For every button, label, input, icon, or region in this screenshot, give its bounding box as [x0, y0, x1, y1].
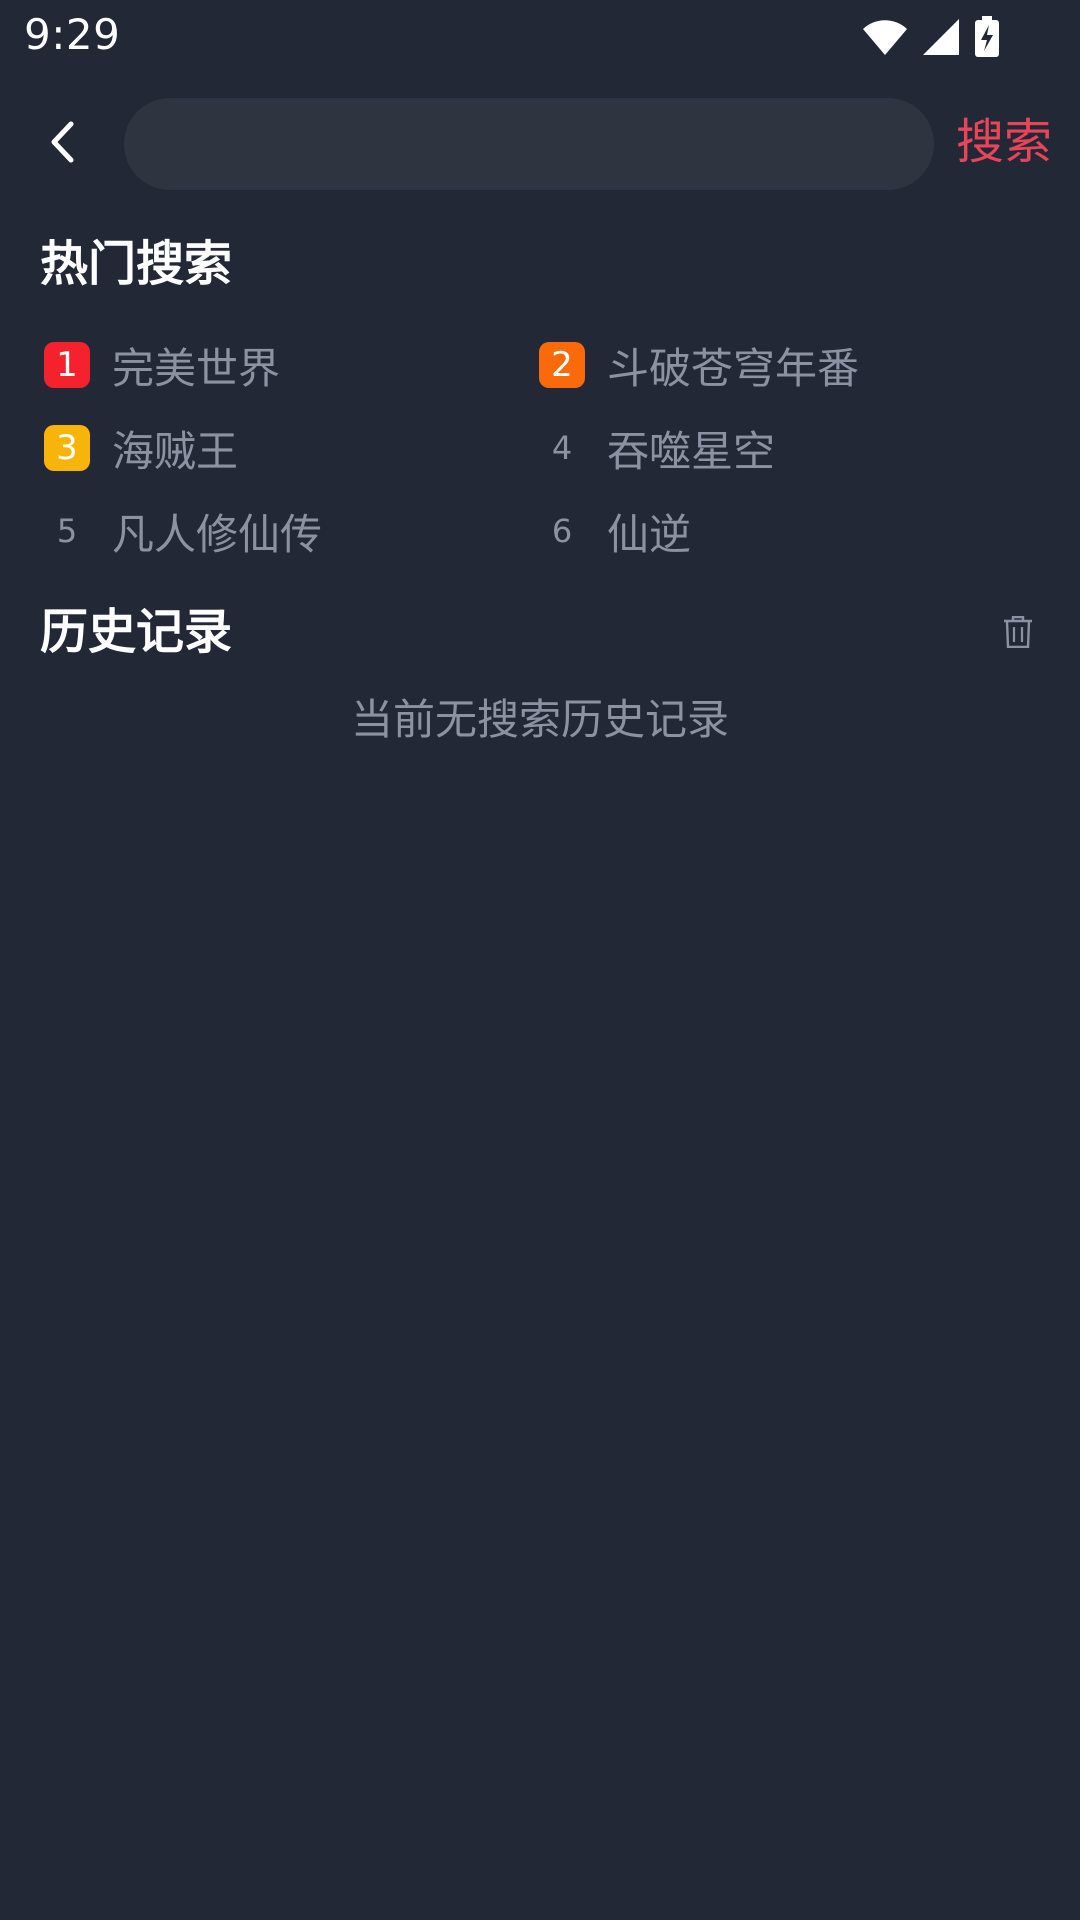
rank-number: 6 — [551, 512, 573, 550]
hot-search-label: 凡人修仙传 — [112, 509, 323, 559]
hot-search-item[interactable]: 5 凡人修仙传 — [0, 496, 495, 566]
history-title: 历史记录 — [40, 604, 233, 660]
clear-history-button[interactable] — [996, 612, 1040, 656]
hot-search-label: 吞噬星空 — [607, 426, 776, 476]
search-box[interactable] — [124, 98, 934, 192]
rank-number: 4 — [551, 429, 573, 467]
hot-search-item[interactable]: 3 海贼王 — [0, 413, 495, 483]
history-empty-text: 当前无搜索历史记录 — [350, 695, 729, 744]
hot-search-item[interactable]: 6 仙逆 — [495, 496, 990, 566]
battery-charging-icon — [974, 16, 1000, 58]
status-time: 9:29 — [24, 10, 121, 59]
search-input[interactable] — [164, 98, 898, 192]
hot-search-label: 完美世界 — [112, 343, 281, 393]
hot-search-item[interactable]: 2 斗破苍穹年番 — [495, 330, 990, 400]
search-header: 搜索 — [0, 96, 1080, 192]
status-icons — [862, 12, 1000, 62]
hot-search-item[interactable]: 1 完美世界 — [0, 330, 495, 400]
cellular-signal-icon — [922, 18, 960, 56]
back-button[interactable] — [24, 110, 100, 178]
rank-badge: 2 — [539, 342, 585, 388]
hot-search-label: 仙逆 — [607, 509, 692, 559]
wifi-icon — [862, 18, 908, 56]
hot-search-list: 1 完美世界 2 斗破苍穹年番 3 海贼王 4 吞噬星空 5 凡人修仙传 6 仙… — [0, 330, 1080, 579]
rank-badge: 3 — [44, 425, 90, 471]
hot-search-title: 热门搜索 — [40, 236, 233, 292]
search-button[interactable]: 搜索 — [956, 110, 1052, 174]
hot-search-label: 斗破苍穹年番 — [607, 343, 860, 393]
chevron-left-icon — [44, 120, 80, 168]
hot-search-item[interactable]: 4 吞噬星空 — [495, 413, 990, 483]
trash-icon — [1003, 615, 1033, 652]
status-bar: 9:29 — [0, 0, 1080, 72]
rank-number: 5 — [56, 512, 78, 550]
rank-badge: 1 — [44, 342, 90, 388]
hot-search-label: 海贼王 — [112, 426, 239, 476]
